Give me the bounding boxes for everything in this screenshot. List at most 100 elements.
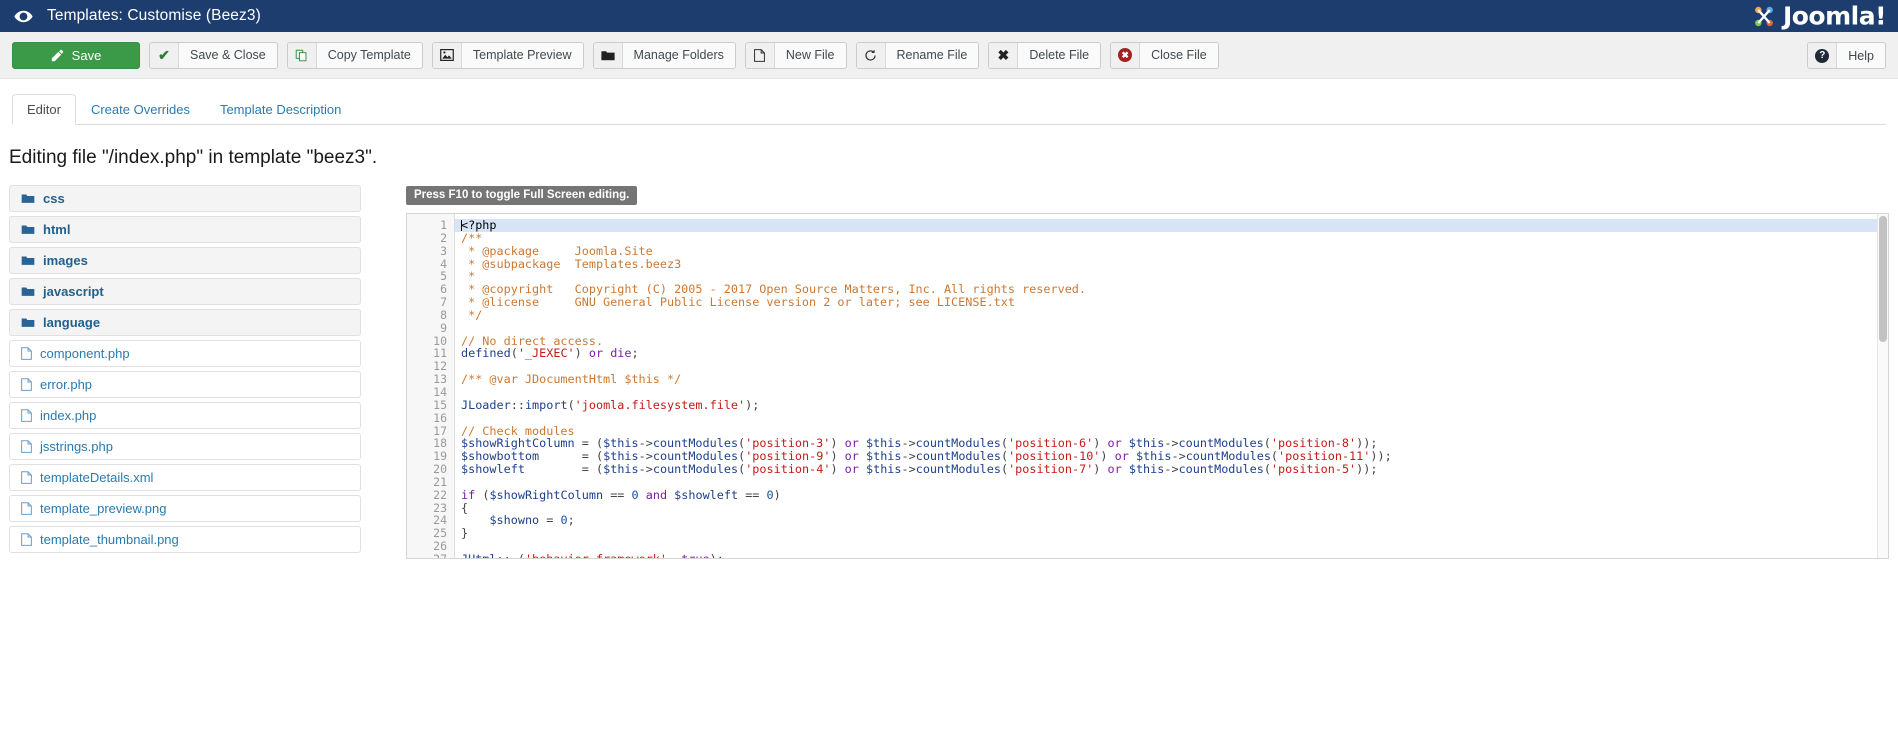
line-number: 2 (440, 230, 447, 245)
file-row[interactable]: templateDetails.xml (9, 464, 361, 491)
folder-name[interactable]: language (43, 315, 100, 330)
folder-row[interactable]: html (9, 216, 361, 243)
code-line[interactable]: /** (455, 231, 1888, 245)
file-row[interactable]: error.php (9, 371, 361, 398)
folder-name[interactable]: javascript (43, 284, 104, 299)
folder-row[interactable]: images (9, 247, 361, 274)
code-line[interactable]: <?php (455, 219, 1888, 232)
editor-column: Press F10 to toggle Full Screen editing.… (361, 185, 1889, 559)
question-mark-icon: ? (1808, 43, 1838, 68)
code-line[interactable]: */ (455, 308, 1888, 322)
file-icon (21, 502, 32, 515)
file-row[interactable]: index.php (9, 402, 361, 429)
tab-strip: Editor Create Overrides Template Descrip… (12, 93, 1886, 125)
code-line[interactable]: $showno = 0; (455, 514, 1888, 527)
fullscreen-tip: Press F10 to toggle Full Screen editing. (406, 186, 638, 205)
code-line[interactable]: // No direct access. (455, 334, 1888, 348)
folder-row[interactable]: javascript (9, 278, 361, 305)
delete-file-button[interactable]: ✖ Delete File (988, 41, 1102, 69)
file-name[interactable]: template_thumbnail.png (40, 532, 179, 547)
line-number: 7 (440, 295, 447, 310)
tab-editor-label: Editor (27, 102, 61, 117)
line-number: 8 (440, 307, 447, 322)
line-number-gutter: 1 2 3 4 5 6 7 8 9 10 11 12 13 14 15 16 17 18 19 20 21 22 23 24 2… (407, 214, 455, 558)
joomla-mark-icon (1755, 6, 1773, 26)
code-editor[interactable]: 1 2 3 4 5 6 7 8 9 10 11 12 13 14 15 16 17 18 19 20 21 22 23 24 2… (406, 213, 1889, 559)
folder-row[interactable]: css (9, 185, 361, 212)
editing-file-heading: Editing file "/index.php" in template "b… (9, 147, 378, 168)
file-row[interactable]: component.php (9, 340, 361, 367)
code-area[interactable]: <?php/** * @package Joomla.Site * @subpa… (455, 214, 1888, 558)
folder-name[interactable]: css (43, 191, 65, 206)
x-icon: ✖ (989, 42, 1019, 68)
file-icon (21, 533, 32, 546)
close-file-label: Close File (1140, 42, 1218, 68)
help-button[interactable]: ? Help (1807, 42, 1886, 69)
manage-folders-label: Manage Folders (622, 42, 735, 68)
scrollbar-thumb[interactable] (1879, 216, 1887, 342)
page-title: Templates: Customise (Beez3) (47, 7, 261, 24)
line-number: 26 (433, 539, 447, 554)
code-line[interactable] (455, 412, 1888, 425)
file-list: css html images javascript language component… (9, 185, 361, 559)
tab-template-description[interactable]: Template Description (205, 94, 356, 125)
help-button-label: Help (1837, 43, 1885, 68)
file-name[interactable]: index.php (40, 408, 96, 423)
code-line[interactable]: JLoader::import('joomla.filesystem.file'… (455, 398, 1888, 412)
line-number: 20 (433, 462, 447, 477)
line-number: 22 (433, 487, 447, 502)
save-close-button[interactable]: ✔ Save & Close (149, 41, 278, 69)
file-icon (745, 42, 775, 68)
eye-icon (14, 10, 33, 23)
manage-folders-button[interactable]: Manage Folders (592, 41, 736, 69)
tab-editor[interactable]: Editor (12, 94, 76, 125)
template-preview-label: Template Preview (461, 42, 583, 68)
tab-create-overrides[interactable]: Create Overrides (76, 94, 205, 125)
main-content: css html images javascript language component… (0, 185, 1898, 559)
file-row[interactable]: jsstrings.php (9, 433, 361, 460)
file-icon (21, 409, 32, 422)
new-file-button[interactable]: New File (744, 41, 847, 69)
folder-row[interactable]: language (9, 309, 361, 336)
file-row[interactable]: template_thumbnail.png (9, 526, 361, 553)
tabs-container: Editor Create Overrides Template Descrip… (0, 79, 1898, 125)
code-line[interactable]: JHtml::_('behavior.framework', true); (455, 553, 1888, 558)
help-button-wrap: ? Help (1807, 42, 1886, 69)
file-name[interactable]: templateDetails.xml (40, 470, 153, 485)
folder-icon (21, 286, 35, 297)
code-line[interactable]: /** @var JDocumentHtml $this */ (455, 373, 1888, 386)
save-button-label: Save (71, 47, 102, 63)
code-line[interactable]: * @license GNU General Public License ve… (455, 296, 1888, 309)
file-name[interactable]: jsstrings.php (40, 439, 113, 454)
folder-name[interactable]: images (43, 253, 88, 268)
code-line[interactable]: { (455, 501, 1888, 515)
file-name[interactable]: component.php (40, 346, 130, 361)
close-file-button[interactable]: ✖ Close File (1110, 41, 1219, 69)
check-icon: ✔ (150, 42, 179, 68)
code-line[interactable]: defined('_JEXEC') or die; (455, 347, 1888, 360)
line-number: 16 (433, 410, 447, 425)
folder-icon (593, 42, 623, 68)
line-number: 15 (433, 397, 447, 412)
save-pencil-icon (51, 49, 64, 62)
copy-template-button[interactable]: Copy Template (286, 41, 423, 69)
folder-icon (21, 193, 35, 204)
save-button[interactable]: Save (12, 41, 140, 69)
code-line[interactable]: * @subpackage Templates.beez3 (455, 257, 1888, 271)
file-icon (21, 378, 32, 391)
file-icon (21, 440, 32, 453)
file-row[interactable]: template_preview.png (9, 495, 361, 522)
file-name[interactable]: error.php (40, 377, 92, 392)
code-line[interactable]: if ($showRightColumn == 0 and $showleft … (455, 488, 1888, 502)
line-number: 21 (433, 474, 447, 489)
editor-vertical-scrollbar[interactable] (1877, 214, 1888, 558)
new-file-label: New File (774, 42, 846, 68)
toolbar: Save ✔ Save & Close Copy Template Templa… (0, 32, 1898, 79)
file-name[interactable]: template_preview.png (40, 501, 166, 516)
code-line[interactable]: } (455, 527, 1888, 540)
code-line[interactable]: $showleft = ($this->countModules('positi… (455, 463, 1888, 476)
code-line[interactable] (455, 322, 1888, 335)
folder-name[interactable]: html (43, 222, 70, 237)
template-preview-button[interactable]: Template Preview (431, 41, 584, 69)
rename-file-button[interactable]: Rename File (855, 41, 980, 69)
